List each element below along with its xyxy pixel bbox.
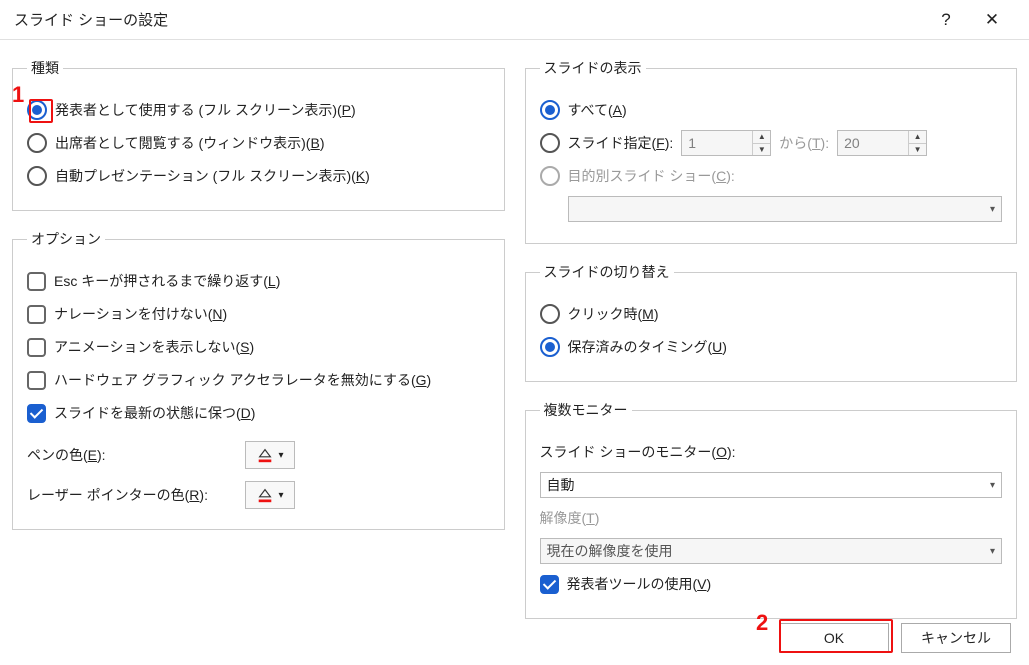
checkbox-loop-esc[interactable]: Esc キーが押されるまで繰り返す(L) (27, 266, 490, 296)
group-advance-legend: スライドの切り替え (540, 262, 674, 282)
dialog-button-row: OK キャンセル (779, 623, 1011, 653)
group-options-legend: オプション (27, 229, 105, 249)
radio-icon (540, 304, 560, 324)
custom-show-combo-row: ▾ (540, 194, 1003, 224)
radio-icon (540, 166, 560, 186)
resolution-label-row: 解像度(T) (540, 503, 1003, 533)
pen-color-button[interactable]: ▾ (245, 441, 295, 469)
checkbox-no-narration[interactable]: ナレーションを付けない(N) (27, 299, 490, 329)
custom-show-combo: ▾ (568, 196, 1003, 222)
radio-icon (540, 337, 560, 357)
titlebar: スライド ショーの設定 ? ✕ (0, 0, 1029, 40)
laser-color-label: レーザー ポインターの色(R): (27, 485, 237, 505)
group-show-legend: スライドの表示 (540, 58, 646, 78)
checkbox-icon (27, 404, 46, 423)
checkbox-presenter-view[interactable]: 発表者ツールの使用(V) (540, 569, 1003, 599)
radio-icon (27, 166, 47, 186)
group-show-slides: スライドの表示 すべて(A) スライド指定(F): 1 ▲▼ から(T): 20… (525, 58, 1018, 244)
monitor-combo[interactable]: 自動 ▾ (540, 472, 1003, 498)
checkbox-disable-hw-gfx[interactable]: ハードウェア グラフィック アクセラレータを無効にする(G) (27, 365, 490, 395)
chevron-down-icon: ▾ (990, 204, 995, 215)
checkbox-icon (27, 371, 46, 390)
radio-type-kiosk[interactable]: 自動プレゼンテーション (フル スクリーン表示)(K) (27, 161, 490, 191)
fill-icon (256, 486, 274, 504)
chevron-down-icon: ▾ (990, 480, 995, 491)
radio-advance-timings[interactable]: 保存済みのタイミング(U) (540, 332, 1003, 362)
spin-down-icon[interactable]: ▼ (909, 144, 926, 156)
help-button[interactable]: ? (923, 0, 969, 40)
group-type-legend: 種類 (27, 58, 63, 78)
resolution-combo: 現在の解像度を使用 ▾ (540, 538, 1003, 564)
checkbox-no-animation[interactable]: アニメーションを表示しない(S) (27, 332, 490, 362)
radio-icon (540, 100, 560, 120)
to-label: から(T): (779, 133, 829, 153)
laser-color-button[interactable]: ▾ (245, 481, 295, 509)
chevron-down-icon: ▾ (278, 450, 283, 461)
close-button[interactable]: ✕ (969, 0, 1015, 40)
radio-icon (27, 100, 47, 120)
cancel-button[interactable]: キャンセル (901, 623, 1011, 653)
laser-color-row: レーザー ポインターの色(R): ▾ (27, 480, 490, 510)
radio-label: 自動プレゼンテーション (フル スクリーン表示)(K) (55, 166, 370, 186)
radio-icon (540, 133, 560, 153)
radio-type-browsed[interactable]: 出席者として閲覧する (ウィンドウ表示)(B) (27, 128, 490, 158)
right-column: スライドの表示 すべて(A) スライド指定(F): 1 ▲▼ から(T): 20… (525, 58, 1018, 619)
checkbox-icon (27, 338, 46, 357)
spin-up-icon[interactable]: ▲ (909, 131, 926, 144)
group-type: 種類 発表者として使用する (フル スクリーン表示)(P) 出席者として閲覧する… (12, 58, 505, 211)
chevron-down-icon: ▾ (990, 546, 995, 557)
checkbox-icon (27, 272, 46, 291)
group-monitors: 複数モニター スライド ショーのモニター(O): 自動 ▾ 解像度(T) 現在の… (525, 400, 1018, 619)
radio-show-range[interactable]: スライド指定(F): 1 ▲▼ から(T): 20 ▲▼ (540, 128, 1003, 158)
group-advance-slides: スライドの切り替え クリック時(M) 保存済みのタイミング(U) (525, 262, 1018, 382)
dialog-content: 種類 発表者として使用する (フル スクリーン表示)(P) 出席者として閲覧する… (0, 40, 1029, 619)
spin-down-icon[interactable]: ▼ (753, 144, 770, 156)
checkbox-icon (540, 575, 559, 594)
radio-show-custom: 目的別スライド ショー(C): (540, 161, 1003, 191)
left-column: 種類 発表者として使用する (フル スクリーン表示)(P) 出席者として閲覧する… (12, 58, 505, 619)
checkbox-keep-current[interactable]: スライドを最新の状態に保つ(D) (27, 398, 490, 428)
radio-label: 出席者として閲覧する (ウィンドウ表示)(B) (55, 133, 324, 153)
dialog-title: スライド ショーの設定 (14, 9, 923, 30)
resolution-label: 解像度(T) (540, 508, 600, 528)
radio-type-presenter[interactable]: 発表者として使用する (フル スクリーン表示)(P) (27, 95, 490, 125)
radio-show-all[interactable]: すべて(A) (540, 95, 1003, 125)
fill-icon (256, 446, 274, 464)
monitor-label-row: スライド ショーのモニター(O): (540, 437, 1003, 467)
chevron-down-icon: ▾ (278, 490, 283, 501)
to-spinner[interactable]: 20 ▲▼ (837, 130, 927, 156)
spin-up-icon[interactable]: ▲ (753, 131, 770, 144)
radio-label: 発表者として使用する (フル スクリーン表示)(P) (55, 100, 356, 120)
group-options: オプション Esc キーが押されるまで繰り返す(L) ナレーションを付けない(N… (12, 229, 505, 530)
pen-color-label: ペンの色(E): (27, 445, 237, 465)
monitor-combo-row: 自動 ▾ (540, 470, 1003, 500)
pen-color-row: ペンの色(E): ▾ (27, 440, 490, 470)
from-spinner[interactable]: 1 ▲▼ (681, 130, 771, 156)
group-monitors-legend: 複数モニター (540, 400, 632, 420)
radio-icon (27, 133, 47, 153)
resolution-combo-row: 現在の解像度を使用 ▾ (540, 536, 1003, 566)
checkbox-icon (27, 305, 46, 324)
radio-advance-manual[interactable]: クリック時(M) (540, 299, 1003, 329)
monitor-label: スライド ショーのモニター(O): (540, 442, 736, 462)
ok-button[interactable]: OK (779, 623, 889, 653)
